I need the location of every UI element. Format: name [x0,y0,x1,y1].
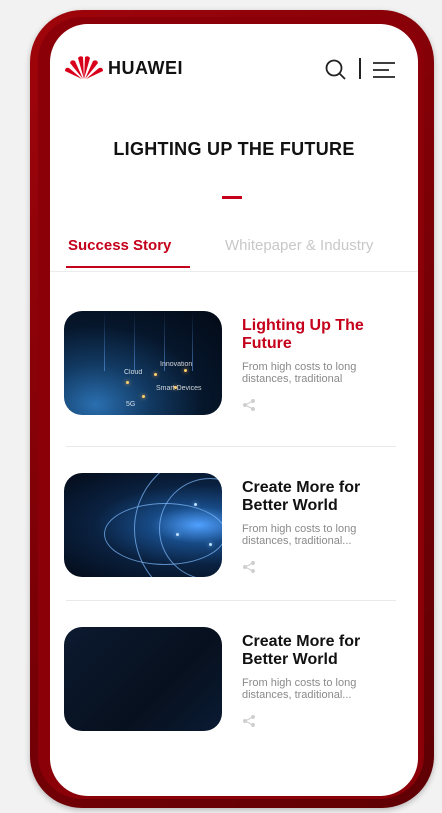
menu-icon[interactable] [372,60,396,80]
image-label-5g: 5G [126,401,136,408]
header-divider [359,58,361,79]
city-light [154,373,157,376]
story-title[interactable]: Create More for Better World [242,479,402,515]
brand-name: HUAWEI [108,58,183,78]
city-light [142,395,145,398]
story-card-1[interactable]: Cloud Smart Devices 5G Innovation Lighti… [64,311,404,431]
image-label-smart-devices: Smart Devices [156,385,202,392]
image-label-innovation: Innovation [160,361,193,368]
network-node [209,543,212,546]
story-title[interactable]: Create More for Better World [242,633,402,669]
story-card-2[interactable]: Create More for Better World From high c… [64,473,404,593]
story-title[interactable]: Lighting Up The Future [242,317,402,353]
tab-bar: Success Story Whitepaper & Industry [50,229,418,273]
share-icon[interactable] [242,714,256,728]
active-tab-indicator [66,266,190,268]
story-card-3[interactable]: Create More for Better World From high c… [64,627,404,747]
story-description: From high costs to long distances, tradi… [242,361,357,385]
story-image-network-globe[interactable] [64,473,222,577]
city-light [184,369,187,372]
card-divider [66,446,396,447]
network-node [176,533,179,536]
tab-success-story[interactable]: Success Story [68,237,171,254]
share-icon[interactable] [242,560,256,574]
tab-divider [50,271,418,272]
image-label-cloud: Cloud [124,369,143,376]
city-light [126,381,129,384]
story-description: From high costs to long distances, tradi… [242,523,357,547]
card-divider [66,600,396,601]
network-node [194,503,197,506]
light-ray [134,311,135,371]
share-icon[interactable] [242,398,256,412]
story-description: From high costs to long distances, tradi… [242,677,357,701]
network-arc [104,503,222,565]
light-ray [104,311,105,371]
huawei-logo-icon[interactable] [64,54,104,80]
title-accent-bar [222,196,242,199]
search-icon[interactable] [324,58,348,80]
story-image-earth-night[interactable]: Cloud Smart Devices 5G Innovation [64,311,222,415]
page-title: LIGHTING UP THE FUTURE [113,139,355,159]
tab-whitepaper-industry[interactable]: Whitepaper & Industry [225,237,373,254]
story-image-dark-space[interactable] [64,627,222,731]
top-bar: HUAWEI [50,24,418,104]
phone-screen: HUAWEI LIGHTING UP THE FUTURE Success St… [50,24,418,796]
